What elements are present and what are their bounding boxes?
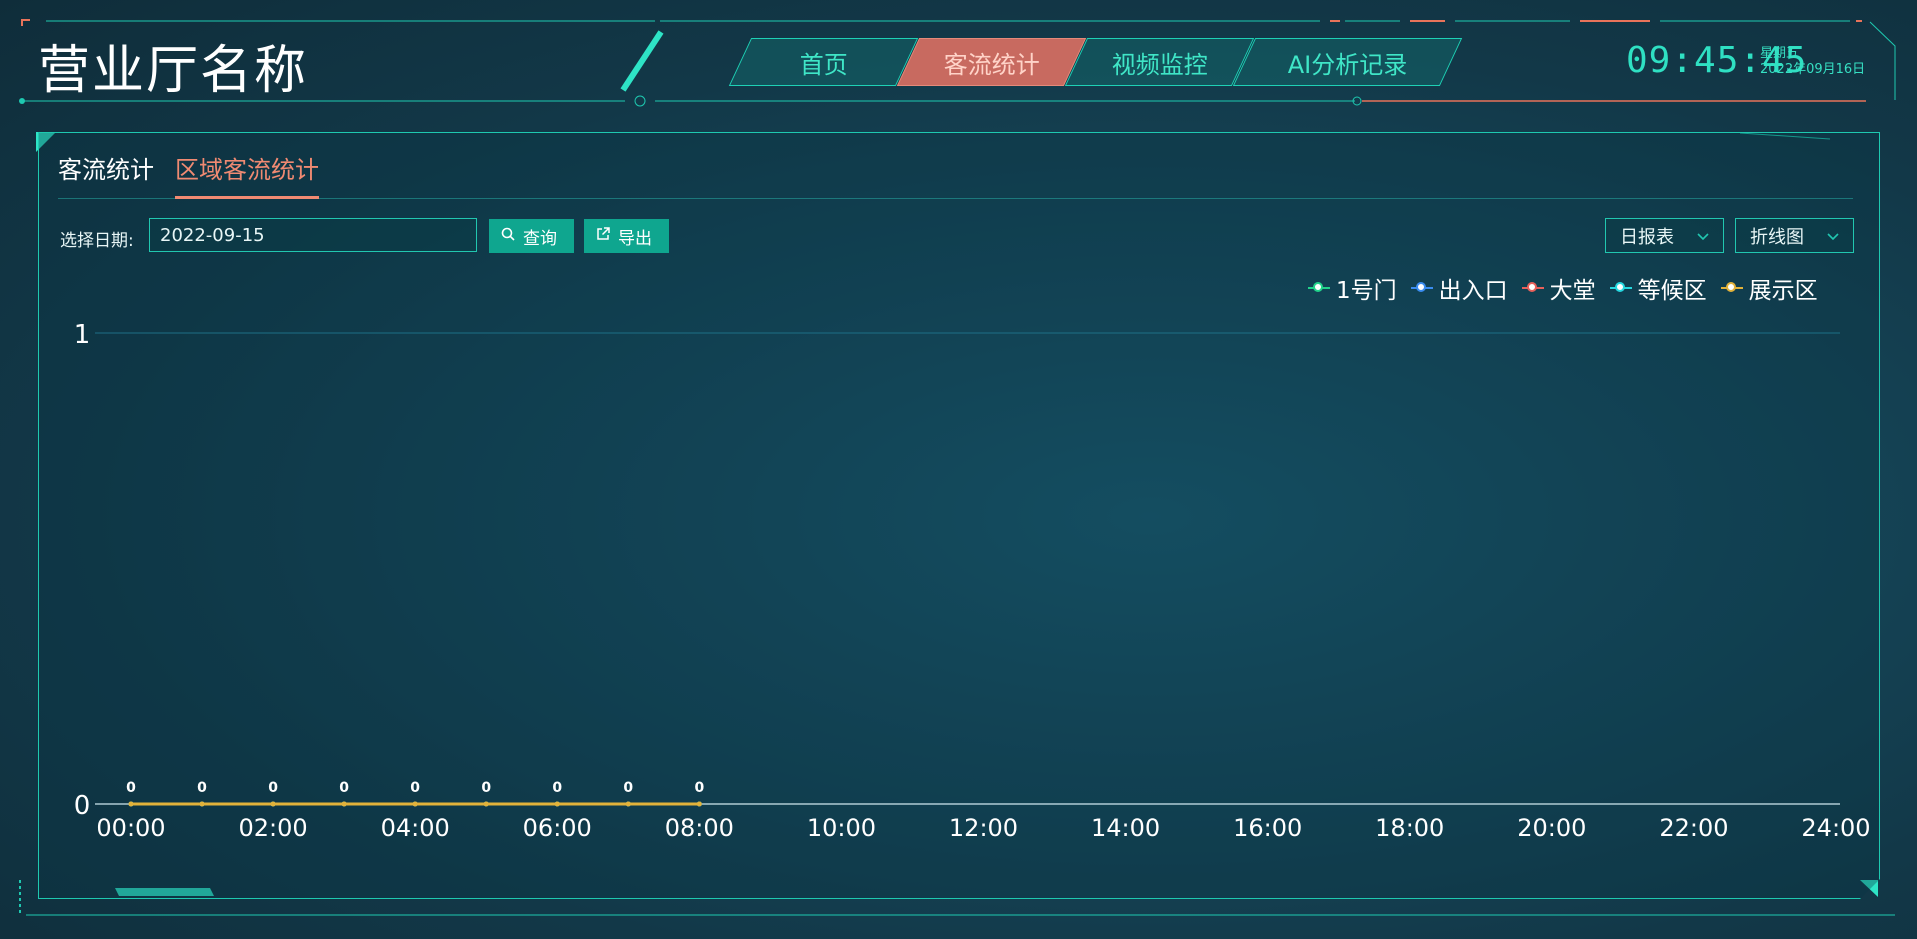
x-tick-label: 16:00: [1233, 814, 1302, 842]
x-tick-label: 24:00: [1801, 814, 1870, 842]
data-label: 0: [623, 780, 633, 796]
data-point: [554, 801, 560, 807]
data-point: [199, 801, 205, 807]
data-point: [412, 801, 418, 807]
x-tick-label: 08:00: [665, 814, 734, 842]
data-label: 0: [197, 780, 207, 796]
data-label: 0: [410, 780, 420, 796]
data-point: [128, 801, 134, 807]
data-label: 0: [694, 780, 704, 796]
x-tick-label: 18:00: [1375, 814, 1444, 842]
x-tick-label: 04:00: [381, 814, 450, 842]
y-tick-label: 1: [74, 320, 91, 350]
data-label: 0: [481, 780, 491, 796]
data-point: [625, 801, 631, 807]
x-tick-label: 02:00: [238, 814, 307, 842]
data-point: [341, 801, 347, 807]
y-tick-label: 0: [74, 791, 91, 821]
data-point: [696, 801, 702, 807]
x-tick-label: 22:00: [1659, 814, 1728, 842]
data-label: 0: [268, 780, 278, 796]
line-chart: 0 1 00:00 02:00 04:00 06:00 08:00 10:00 12:00 14:…: [74, 320, 1871, 842]
x-tick-label: 12:00: [949, 814, 1018, 842]
x-tick-label: 20:00: [1517, 814, 1586, 842]
data-label: 0: [339, 780, 349, 796]
data-point: [270, 801, 276, 807]
x-tick-label: 06:00: [523, 814, 592, 842]
data-point: [483, 801, 489, 807]
x-tick-label: 14:00: [1091, 814, 1160, 842]
data-label: 0: [126, 780, 136, 796]
x-tick-label: 00:00: [96, 814, 165, 842]
data-label: 0: [552, 780, 562, 796]
x-tick-label: 10:00: [807, 814, 876, 842]
